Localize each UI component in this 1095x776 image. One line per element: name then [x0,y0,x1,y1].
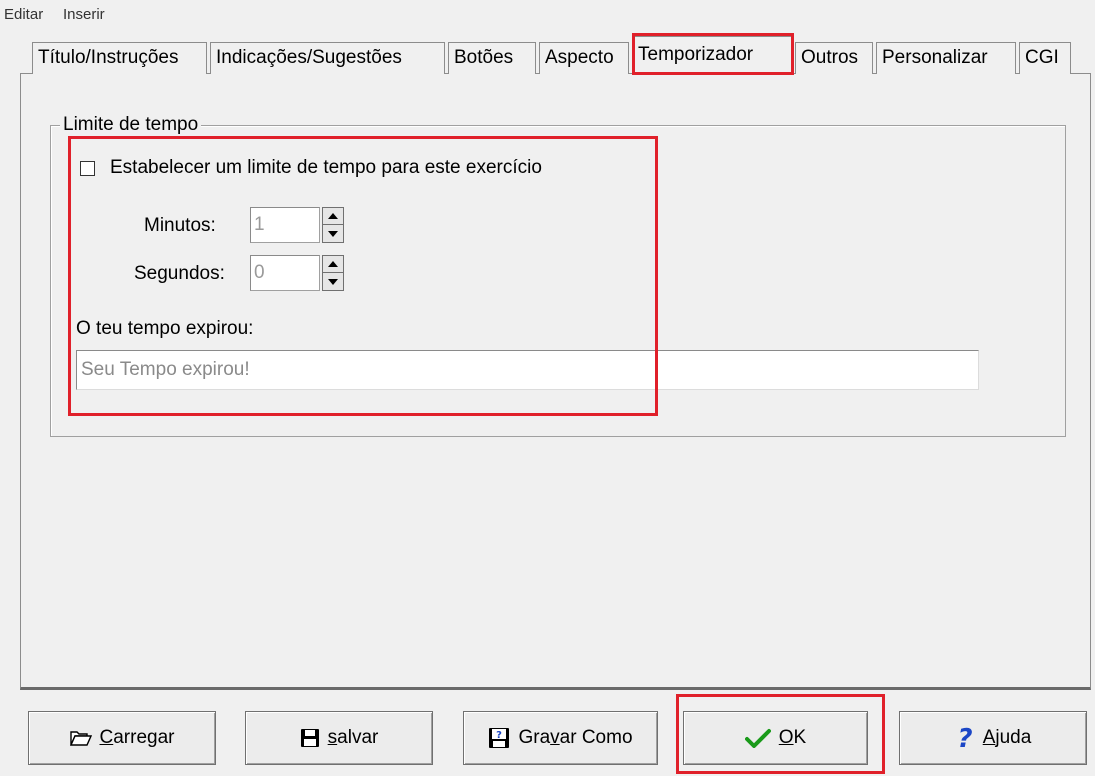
tab-aspecto[interactable]: Aspecto [539,42,629,74]
time-limit-legend: Limite de tempo [60,114,202,136]
ok-button-label: OK [778,727,807,748]
highlight-box-settings [68,136,658,416]
svg-text:?: ? [957,725,972,751]
help-button-label: Ajuda [982,727,1032,748]
load-button-label: Carregar [99,727,175,748]
load-button[interactable]: Carregar [28,711,216,765]
save-button-label: salvar [327,727,379,748]
question-icon: ? [957,725,972,751]
menu-item-editar[interactable]: Editar [4,6,43,23]
tab-cgi[interactable]: CGI [1019,42,1071,74]
save-as-icon: ? [489,728,510,748]
save-as-button[interactable]: ? Gravar Como [463,711,658,765]
menu-item-inserir[interactable]: Inserir [63,6,105,23]
floppy-disk-icon [300,729,319,747]
tab-titulo-instrucoes[interactable]: Título/Instruções [32,42,207,74]
save-button[interactable]: salvar [245,711,433,765]
folder-open-icon [69,731,92,746]
tab-botoes[interactable]: Botões [448,42,536,74]
highlight-box-tab [632,33,794,75]
help-button[interactable]: ? Ajuda [899,711,1087,765]
save-as-button-label: Gravar Como [518,727,633,748]
tab-indicacoes-sugestoes[interactable]: Indicações/Sugestões [210,42,445,74]
ok-button[interactable]: OK [683,711,868,765]
tab-personalizar[interactable]: Personalizar [876,42,1016,74]
checkmark-icon [744,729,771,748]
svg-text:?: ? [497,730,503,741]
tab-outros[interactable]: Outros [795,42,873,74]
